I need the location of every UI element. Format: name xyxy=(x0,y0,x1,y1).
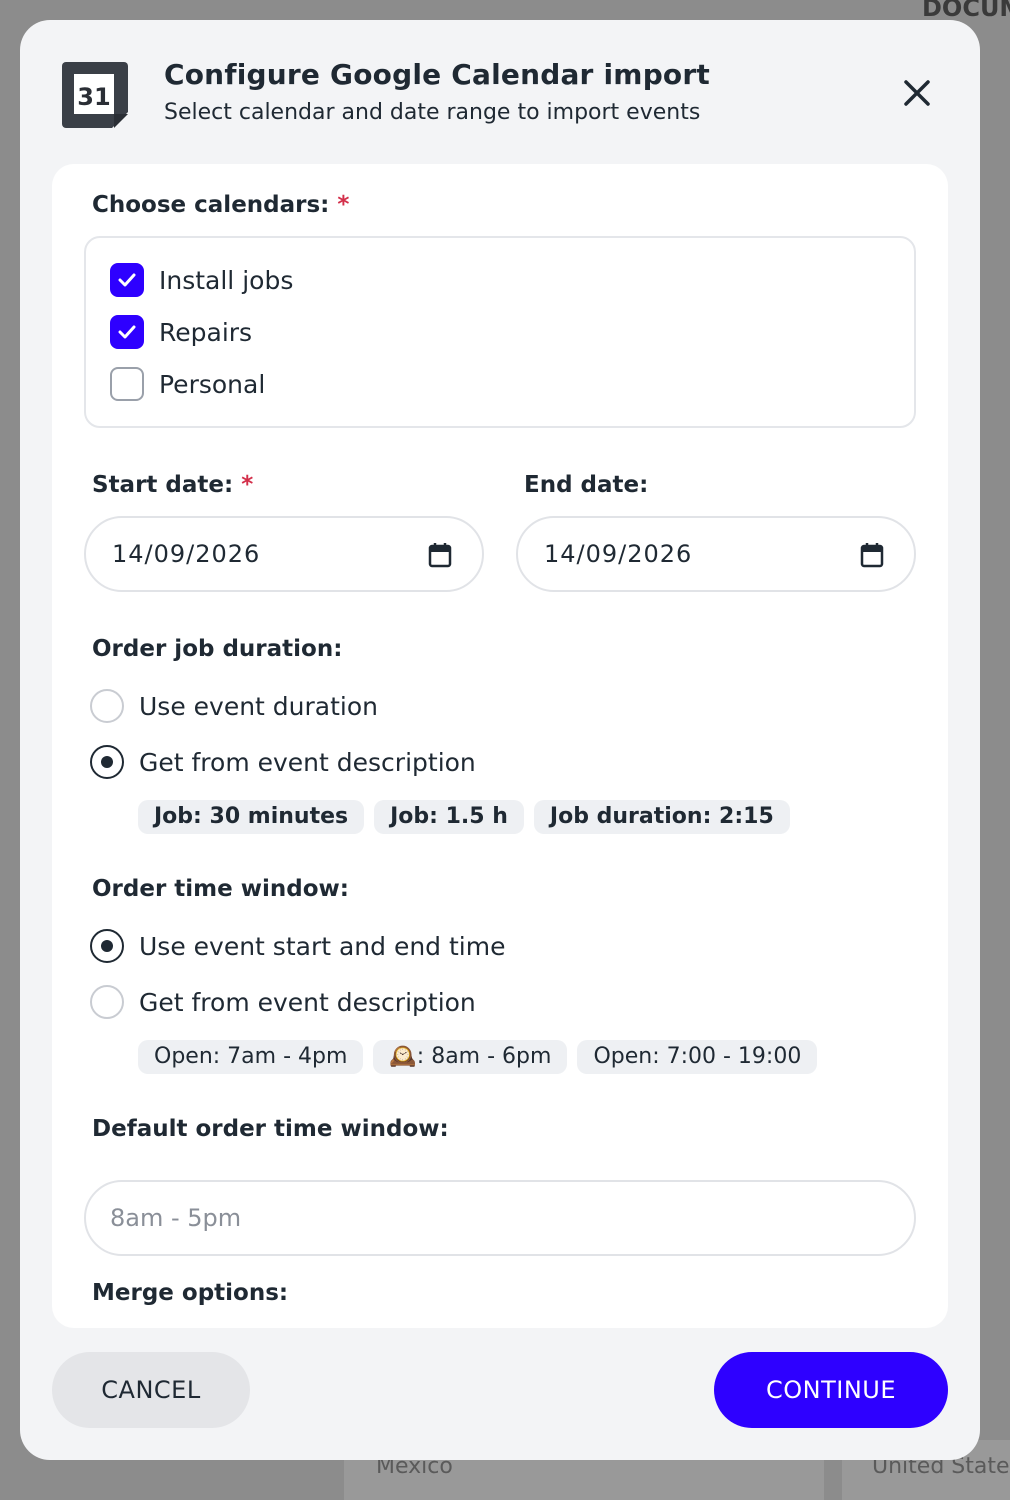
calendar-option-repairs[interactable]: Repairs xyxy=(110,314,252,350)
calendar-logo-number: 31 xyxy=(77,83,110,111)
calendar-option-label: Repairs xyxy=(159,317,253,347)
required-mark: * xyxy=(241,472,254,498)
dialog-body: Choose calendars: * Install jobs Repairs … xyxy=(52,164,948,1328)
example-chip: Job: 30 minutes xyxy=(138,800,365,834)
start-date-input[interactable]: 14/09/2026 xyxy=(84,516,484,592)
calendar-list: Install jobs Repairs Personal xyxy=(84,236,916,428)
close-icon xyxy=(904,80,930,106)
example-chip: Open: 7am - 4pm xyxy=(138,1040,364,1074)
example-chip: Open: 7:00 - 19:00 xyxy=(577,1040,818,1074)
radio-unselected-icon[interactable] xyxy=(90,689,124,723)
time-window-examples: Open: 7am - 4pm 🕰️: 8am - 6pm Open: 7:00… xyxy=(138,1040,818,1074)
radio-selected-icon[interactable] xyxy=(90,745,124,779)
calendar-option-label: Personal xyxy=(159,369,266,399)
google-calendar-icon: 31 xyxy=(62,62,128,128)
close-button[interactable] xyxy=(892,68,942,118)
job-duration-examples: Job: 30 minutes Job: 1.5 h Job duration:… xyxy=(138,800,790,834)
end-date-input[interactable]: 14/09/2026 xyxy=(516,516,916,592)
time-window-label: Order time window: xyxy=(92,876,349,902)
dialog-subtitle: Select calendar and date range to import… xyxy=(164,100,701,125)
default-window-label: Default order time window: xyxy=(92,1116,449,1142)
merge-options-label: Merge options: xyxy=(92,1280,289,1306)
start-date-label: Start date: * xyxy=(92,472,253,498)
calendar-option-personal[interactable]: Personal xyxy=(110,366,265,402)
checkbox-unchecked-icon[interactable] xyxy=(110,367,144,401)
start-date-label-text: Start date: xyxy=(92,472,234,498)
example-chip: 🕰️: 8am - 6pm xyxy=(373,1040,568,1074)
calendar-option-install-jobs[interactable]: Install jobs xyxy=(110,262,293,298)
checkbox-checked-icon[interactable] xyxy=(110,263,144,297)
start-date-value: 14/09/2026 xyxy=(112,540,261,568)
time-window-option-event[interactable]: Use event start and end time xyxy=(90,928,505,964)
default-window-input[interactable] xyxy=(84,1180,916,1256)
bg-header-text: DOCUM xyxy=(922,0,1010,22)
radio-selected-icon[interactable] xyxy=(90,929,124,963)
radio-option-label: Use event duration xyxy=(139,691,379,721)
radio-option-label: Get from event description xyxy=(139,747,476,777)
example-chip: Job: 1.5 h xyxy=(374,800,524,834)
calendars-section-label: Choose calendars: * xyxy=(92,192,349,218)
calendar-picker-icon[interactable] xyxy=(428,542,452,568)
job-duration-option-description[interactable]: Get from event description xyxy=(90,744,476,780)
radio-option-label: Use event start and end time xyxy=(139,931,506,961)
calendar-option-label: Install jobs xyxy=(159,265,294,295)
import-config-dialog: 31 Configure Google Calendar import Sele… xyxy=(20,20,980,1460)
job-duration-label: Order job duration: xyxy=(92,636,343,662)
required-mark: * xyxy=(337,192,350,218)
radio-unselected-icon[interactable] xyxy=(90,985,124,1019)
continue-button[interactable]: CONTINUE xyxy=(714,1352,948,1428)
end-date-value: 14/09/2026 xyxy=(544,540,693,568)
end-date-label: End date: xyxy=(524,472,649,498)
calendars-label-text: Choose calendars: xyxy=(92,192,330,218)
checkbox-checked-icon[interactable] xyxy=(110,315,144,349)
radio-option-label: Get from event description xyxy=(139,987,476,1017)
dialog-header: 31 Configure Google Calendar import Sele… xyxy=(20,20,980,160)
time-window-option-description[interactable]: Get from event description xyxy=(90,984,476,1020)
dialog-title: Configure Google Calendar import xyxy=(164,58,710,91)
cancel-button[interactable]: CANCEL xyxy=(52,1352,250,1428)
example-chip: Job duration: 2:15 xyxy=(533,800,790,834)
calendar-picker-icon[interactable] xyxy=(860,542,884,568)
job-duration-option-event[interactable]: Use event duration xyxy=(90,688,378,724)
